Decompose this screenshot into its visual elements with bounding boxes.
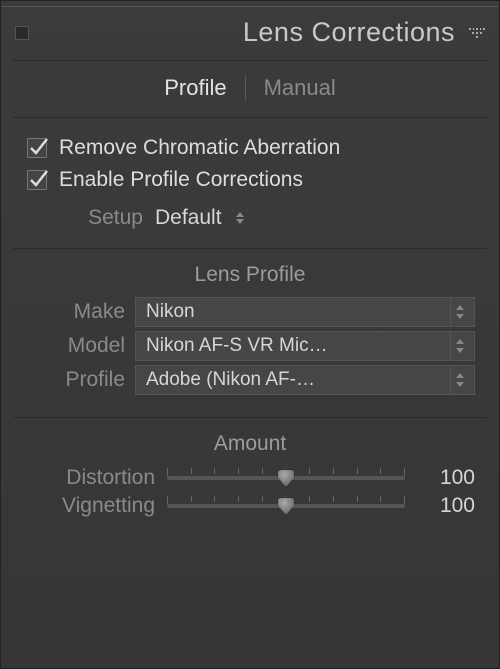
- section-amount: Amount Distortion 100 Vignetting 100: [13, 418, 487, 540]
- model-dropdown[interactable]: Nikon AF-S VR Mic…: [135, 331, 475, 361]
- label-enable-profile: Enable Profile Corrections: [59, 168, 303, 192]
- make-dropdown[interactable]: Nikon: [135, 297, 475, 327]
- panel-title: Lens Corrections: [243, 17, 455, 48]
- setup-value: Default: [155, 206, 222, 230]
- model-value: Nikon AF-S VR Mic…: [146, 335, 444, 357]
- stepper-icon: [450, 298, 468, 326]
- profile-value: Adobe (Nikon AF-…: [146, 369, 444, 391]
- panel-toggle-swatch[interactable]: [15, 26, 29, 40]
- slider-knob-icon[interactable]: [277, 497, 295, 515]
- stepper-icon: [450, 366, 468, 394]
- profile-label: Profile: [25, 368, 125, 392]
- section-checks: Remove Chromatic Aberration Enable Profi…: [13, 118, 487, 249]
- vignetting-slider[interactable]: [167, 494, 405, 518]
- lens-profile-title: Lens Profile: [25, 263, 475, 287]
- setup-stepper-icon[interactable]: [236, 212, 244, 224]
- make-value: Nikon: [146, 301, 444, 323]
- vignetting-value: 100: [417, 494, 475, 518]
- distortion-label: Distortion: [25, 466, 155, 490]
- vignetting-label: Vignetting: [25, 494, 155, 518]
- setup-row[interactable]: Setup Default: [25, 196, 475, 230]
- panel-disclosure-icon[interactable]: [469, 26, 485, 40]
- profile-dropdown[interactable]: Adobe (Nikon AF-…: [135, 365, 475, 395]
- tab-bar: Profile Manual: [13, 61, 487, 118]
- make-label: Make: [25, 300, 125, 324]
- checkbox-enable-profile[interactable]: [27, 170, 47, 190]
- section-lens-profile: Lens Profile Make Nikon Model Nikon AF-S…: [13, 249, 487, 418]
- stepper-icon: [450, 332, 468, 360]
- checkbox-remove-ca[interactable]: [27, 138, 47, 158]
- panel-header: Lens Corrections: [1, 7, 499, 54]
- amount-title: Amount: [25, 432, 475, 456]
- distortion-slider[interactable]: [167, 466, 405, 490]
- slider-knob-icon[interactable]: [277, 469, 295, 487]
- distortion-value: 100: [417, 466, 475, 490]
- tab-profile[interactable]: Profile: [146, 75, 244, 101]
- lens-corrections-panel: Lens Corrections Profile Manual Remove C…: [0, 0, 500, 669]
- setup-label: Setup: [73, 206, 143, 230]
- label-remove-ca: Remove Chromatic Aberration: [59, 136, 340, 160]
- model-label: Model: [25, 334, 125, 358]
- tab-manual[interactable]: Manual: [246, 75, 354, 101]
